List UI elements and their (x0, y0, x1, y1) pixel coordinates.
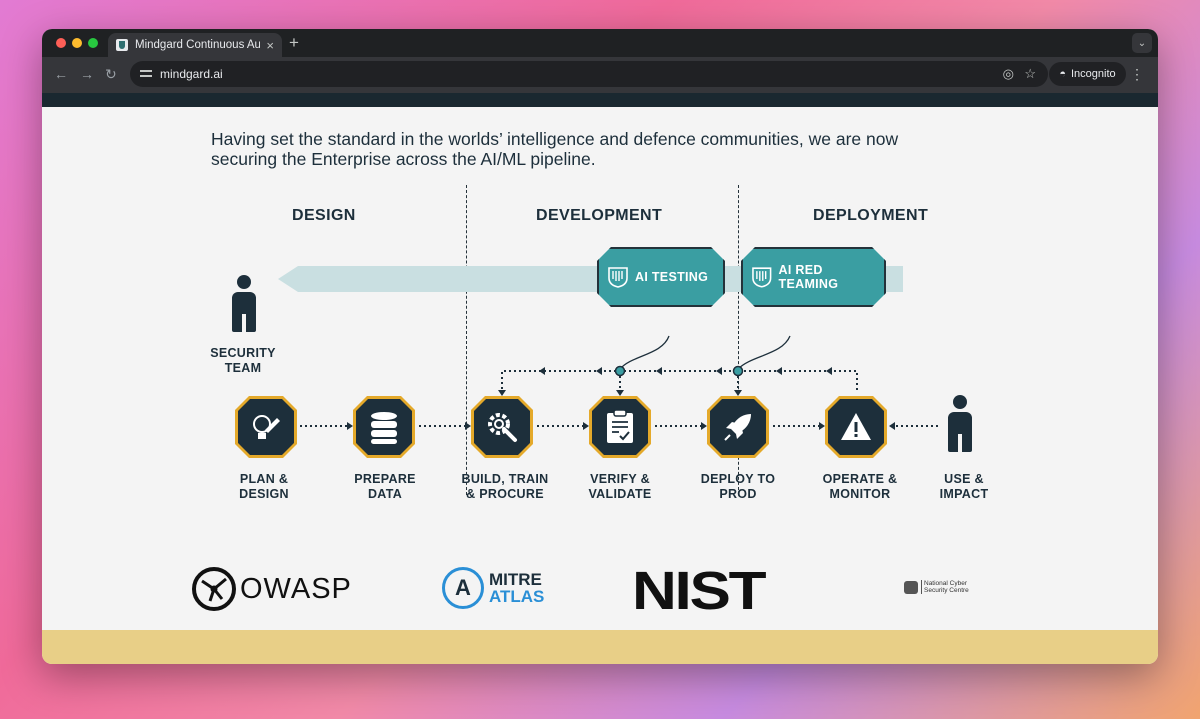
tab-title: Mindgard Continuous Autom (135, 39, 261, 51)
reload-icon[interactable]: ↻ (105, 66, 117, 83)
close-window-button[interactable] (56, 38, 66, 48)
incognito-label: Incognito (1071, 68, 1116, 80)
database-icon (371, 412, 397, 444)
menu-kebab-icon[interactable]: ⋮ (1130, 66, 1144, 83)
browser-tab[interactable]: Mindgard Continuous Autom × (108, 33, 282, 57)
ncsc-line-2: Security Centre (924, 587, 969, 594)
stage-verify-validate (589, 396, 651, 458)
stage-label-deploy-to-prod: DEPLOY TO PROD (700, 472, 776, 501)
footer-band (42, 630, 1158, 664)
pencil-bulb-icon (253, 415, 280, 439)
back-arrow-icon[interactable]: ← (54, 66, 68, 82)
ncsc-logo: National Cyber Security Centre (904, 580, 969, 594)
incognito-button[interactable]: ◓ Incognito (1049, 62, 1126, 86)
owasp-wasp-icon (192, 567, 236, 611)
clipboard-check-icon (607, 409, 633, 443)
user-person-icon (946, 395, 974, 452)
forward-arrow-icon[interactable]: → (80, 66, 94, 82)
mitre-atlas-logo: A MITRE ATLAS (442, 567, 544, 609)
bookmark-star-icon[interactable]: ☆ (1024, 61, 1036, 87)
warning-icon (841, 413, 871, 440)
mitre-atlas-mark-icon: A (442, 567, 484, 609)
royal-crest-icon (904, 580, 918, 594)
gear-wrench-icon (488, 413, 517, 442)
mitre-wordmark: MITRE (489, 570, 542, 589)
stage-label-use-impact: USE & IMPACT (939, 472, 989, 501)
stage-label-prepare-data: PREPARE DATA (354, 472, 416, 501)
owasp-logo: OWASP (192, 567, 352, 611)
stage-operate-monitor (825, 396, 887, 458)
tab-bar: Mindgard Continuous Autom × + ⌄ (42, 29, 1158, 57)
site-header-strip (42, 93, 1158, 107)
minimize-window-button[interactable] (72, 38, 82, 48)
stage-build-train-procure (471, 396, 533, 458)
stage-label-plan-design: PLAN & DESIGN (239, 472, 289, 501)
stage-deploy-to-prod (707, 396, 769, 458)
maximize-window-button[interactable] (88, 38, 98, 48)
mindgard-favicon-icon (116, 39, 128, 51)
stage-plan-design (235, 396, 297, 458)
url-text: mindgard.ai (160, 67, 223, 81)
rocket-icon (724, 414, 751, 441)
ncsc-line-1: National Cyber (924, 580, 967, 587)
eye-off-icon[interactable]: ◎ (1003, 61, 1014, 87)
stage-label-build-train-procure: BUILD, TRAIN & PROCURE (461, 472, 549, 501)
browser-window: Mindgard Continuous Autom × + ⌄ ← → ↻ mi… (42, 29, 1158, 664)
pipeline-connectors (300, 335, 938, 430)
nist-logo: NIST (632, 561, 767, 621)
owasp-wordmark: OWASP (240, 572, 352, 605)
site-info-icon[interactable] (140, 69, 152, 79)
stage-label-operate-monitor: OPERATE & MONITOR (822, 472, 898, 501)
new-tab-button[interactable]: + (289, 33, 299, 53)
stage-label-verify-validate: VERIFY & VALIDATE (588, 472, 652, 501)
stage-prepare-data (353, 396, 415, 458)
browser-toolbar: ← → ↻ mindgard.ai ◎ ☆ ◓ Incognito ⋮ (42, 57, 1158, 93)
address-bar[interactable]: mindgard.ai ◎ ☆ (130, 61, 1048, 87)
tab-close-icon[interactable]: × (266, 38, 274, 53)
atlas-wordmark: ATLAS (489, 587, 545, 606)
tab-search-button[interactable]: ⌄ (1132, 33, 1152, 53)
incognito-icon: ◓ (1059, 68, 1066, 80)
page-content: Having set the standard in the worlds’ i… (42, 107, 1158, 630)
